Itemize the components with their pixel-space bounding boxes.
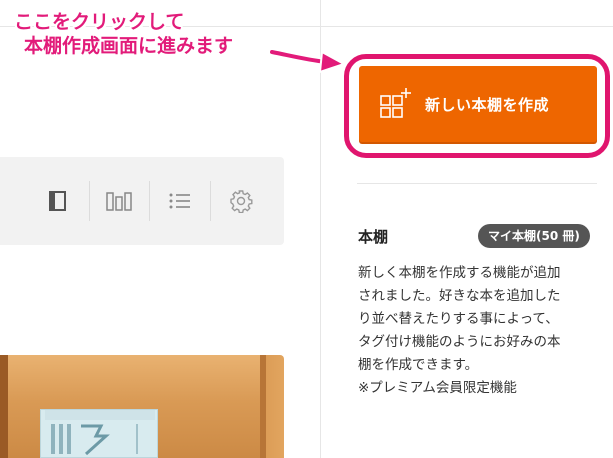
bookshelf-image: [0, 355, 284, 458]
annotation-line-2: 本棚作成画面に進みます: [24, 35, 234, 57]
annotation-callout: ここをクリックして 本棚作成画面に進みます: [14, 10, 274, 58]
create-new-shelf-label: 新しい本棚を作成: [425, 95, 550, 114]
description-line: ※プレミアム会員限定機能: [358, 380, 517, 396]
description-line: 棚を作成できます。: [358, 357, 479, 373]
book-cover[interactable]: [40, 409, 158, 458]
grid-plus-icon: [379, 88, 411, 120]
single-book-view-button[interactable]: [38, 181, 78, 221]
create-new-shelf-button[interactable]: 新しい本棚を作成: [359, 66, 597, 142]
bookshelf-edge: [0, 355, 8, 458]
view-toolbar: [0, 157, 284, 245]
book-illustration-icon: [51, 424, 138, 456]
toolbar-separator: [210, 181, 211, 221]
annotation-arrow-icon: [268, 48, 347, 74]
single-book-view-icon: [49, 191, 66, 211]
shelf-description: 新しく本棚を作成する機能が追加 されました。好きな本を追加した り並べ替えたりす…: [358, 262, 603, 400]
shelf-view-icon: [106, 192, 132, 211]
toolbar-separator: [149, 181, 150, 221]
shelf-title: 本棚: [358, 228, 389, 246]
my-shelf-count-badge[interactable]: マイ本棚(50 冊): [478, 224, 590, 248]
gear-icon: [230, 190, 253, 213]
list-view-icon: [169, 193, 190, 209]
shelf-view-button[interactable]: [99, 181, 139, 221]
description-line: 新しく本棚を作成する機能が追加: [358, 265, 561, 281]
toolbar-separator: [89, 181, 90, 221]
list-view-button[interactable]: [160, 181, 200, 221]
settings-button[interactable]: [221, 181, 261, 221]
annotation-line-1: ここをクリックして: [14, 11, 185, 33]
description-line: タグ付け機能のようにお好みの本: [358, 334, 561, 350]
description-line: されました。好きな本を追加した: [358, 288, 561, 304]
sidebar-divider: [357, 183, 597, 184]
description-line: り並べ替えたりする事によって、: [358, 311, 559, 327]
